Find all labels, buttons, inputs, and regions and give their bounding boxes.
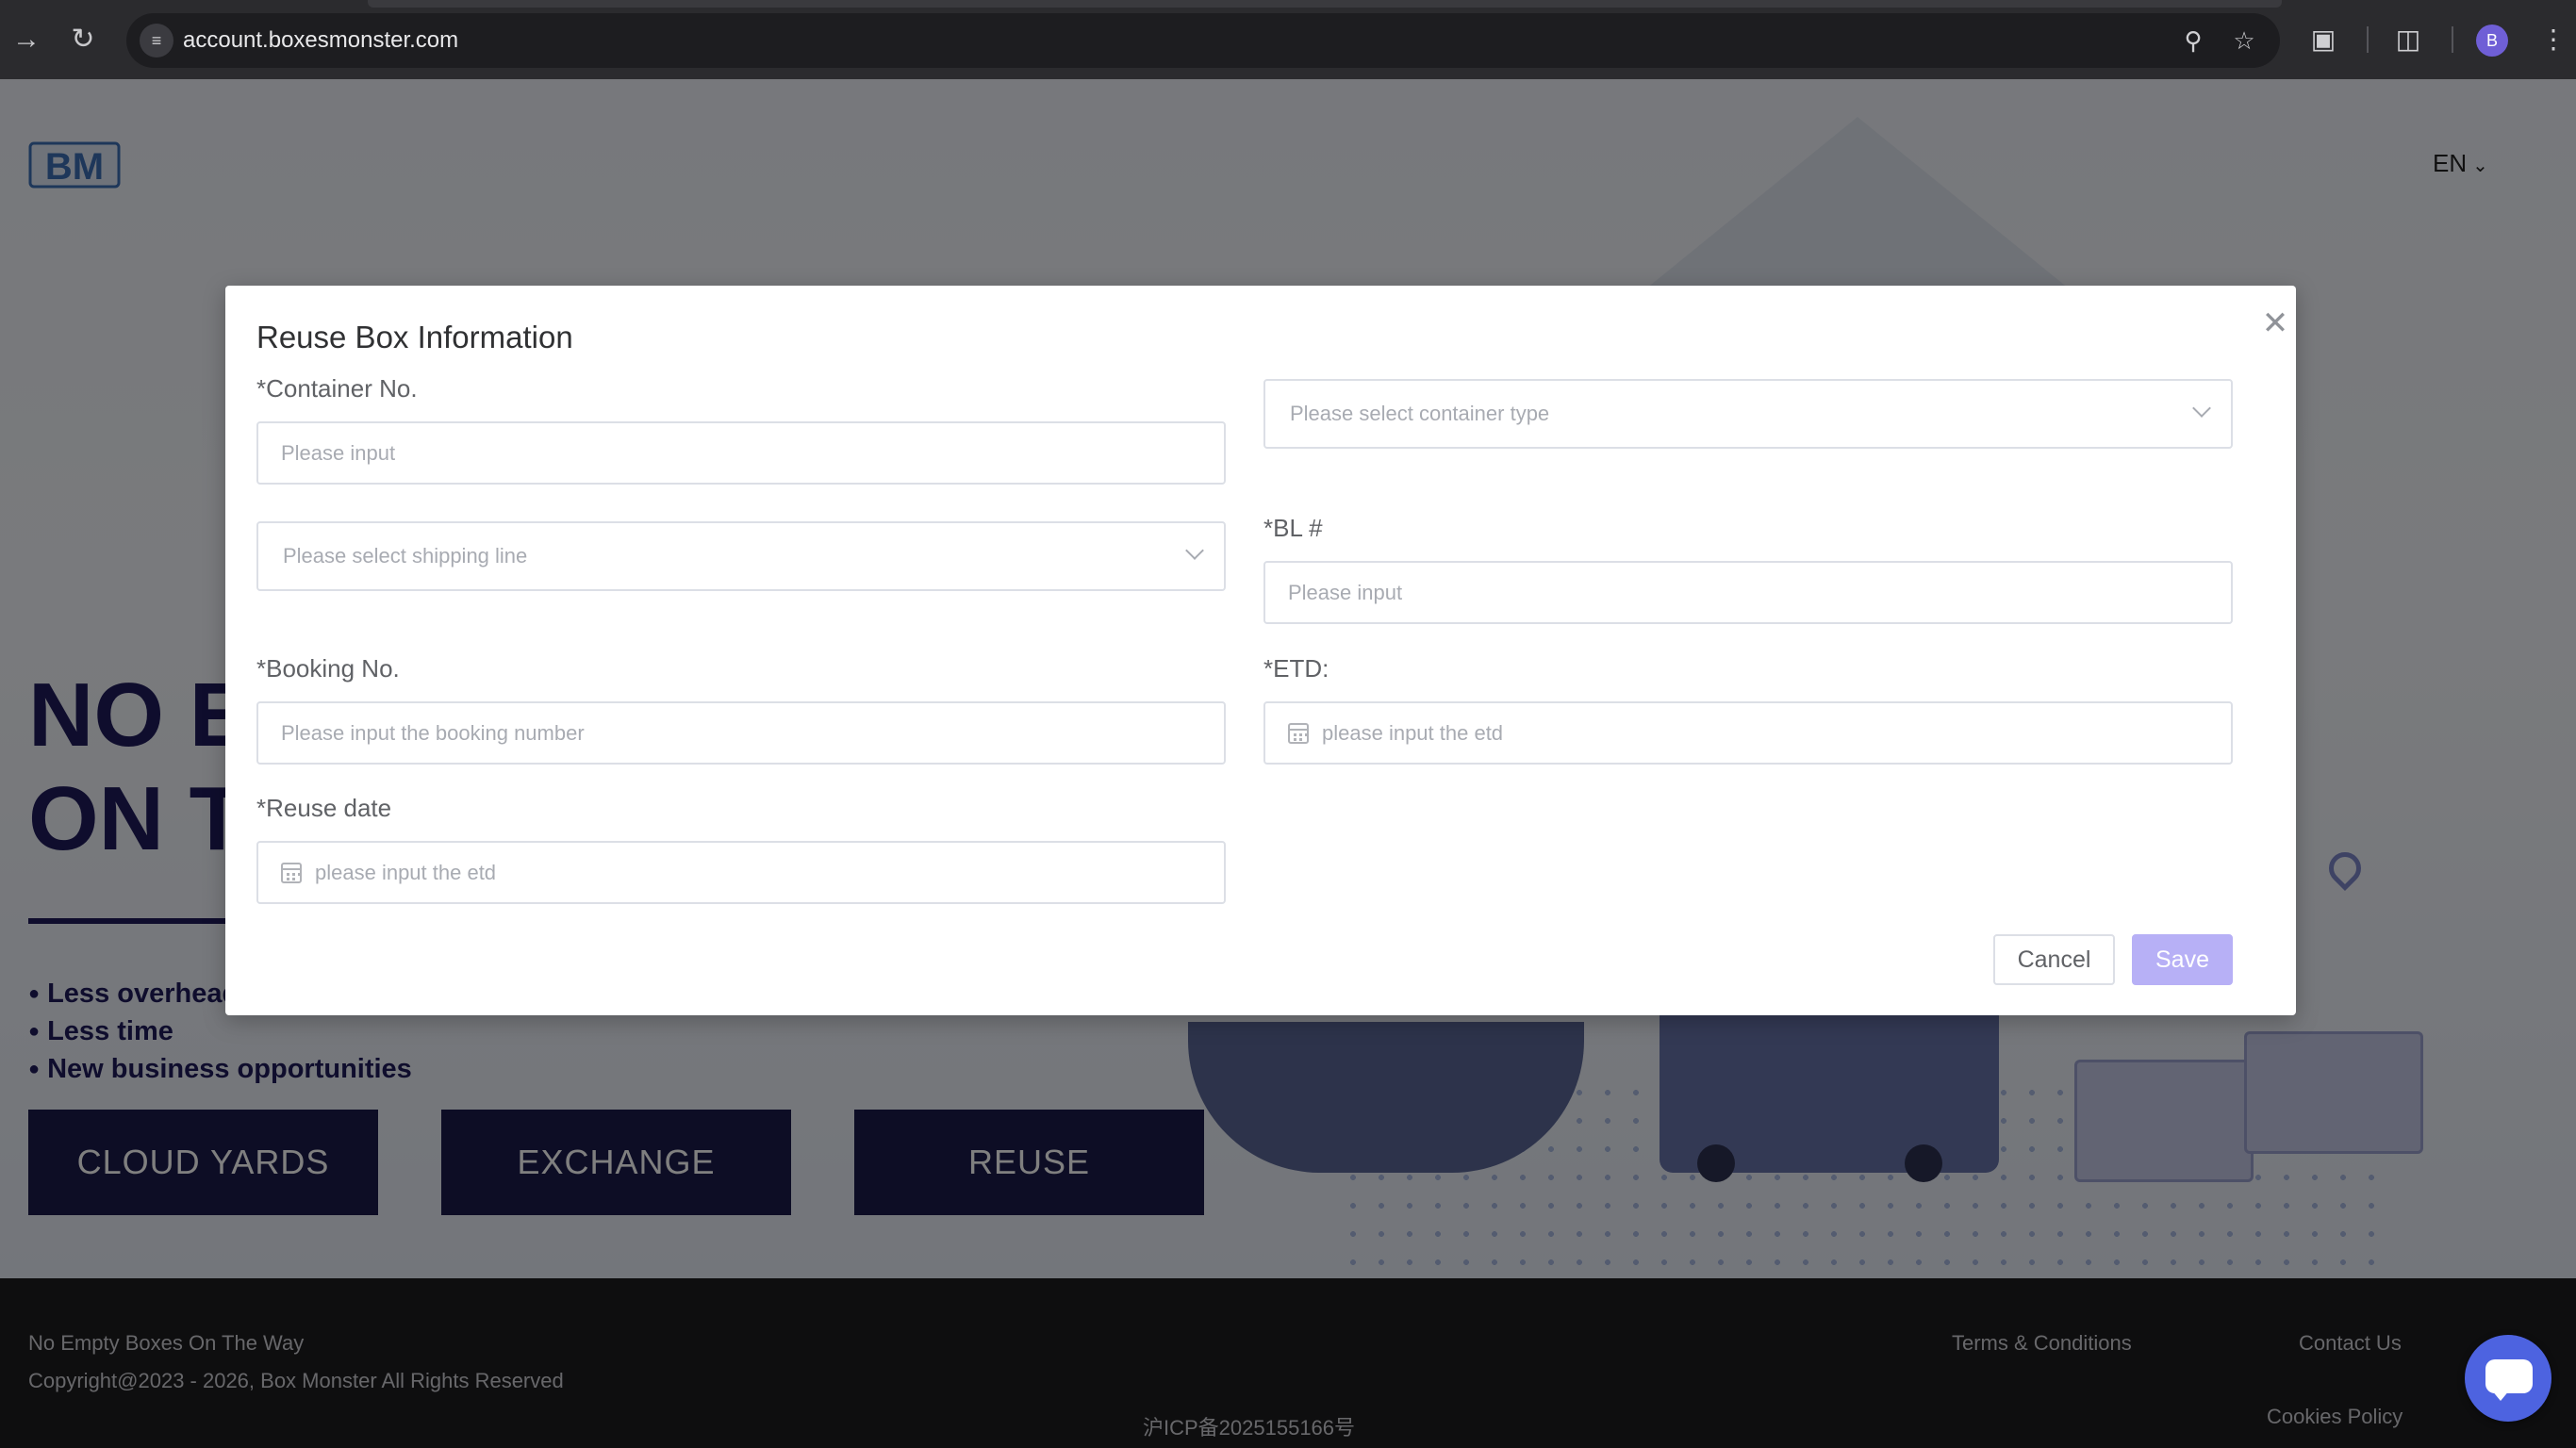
- container-no-input[interactable]: [258, 423, 1224, 483]
- close-icon[interactable]: ✕: [2256, 304, 2294, 342]
- tab-strip: [368, 0, 2282, 8]
- save-button[interactable]: Save: [2132, 934, 2233, 985]
- chat-bubble-tail: [2491, 1390, 2510, 1401]
- dialog-title: Reuse Box Information: [256, 320, 573, 354]
- chevron-down-icon: [2192, 399, 2211, 418]
- bl-input[interactable]: [1265, 563, 2231, 622]
- container-type-select[interactable]: Please select container type: [1263, 379, 2233, 449]
- reload-icon[interactable]: ↻: [64, 21, 102, 58]
- url-text[interactable]: account.boxesmonster.com: [183, 25, 458, 56]
- bl-label: *BL #: [1263, 514, 1323, 542]
- extensions-icon[interactable]: ▣: [2304, 21, 2342, 58]
- container-no-field[interactable]: [256, 421, 1226, 485]
- booking-no-label: *Booking No.: [256, 654, 400, 683]
- browser-toolbar: → ↻ ≡ account.boxesmonster.com ⚲ ☆ ▣ ◫ B…: [0, 0, 2576, 79]
- profile-avatar[interactable]: B: [2476, 25, 2508, 57]
- etd-field[interactable]: [1263, 701, 2233, 765]
- reuse-date-label: *Reuse date: [256, 794, 392, 822]
- container-no-label: *Container No.: [256, 374, 418, 403]
- container-type-placeholder: Please select container type: [1290, 402, 1550, 425]
- chat-bubble-icon: [2485, 1359, 2533, 1393]
- reuse-date-field[interactable]: [256, 841, 1226, 904]
- forward-icon[interactable]: →: [8, 21, 45, 58]
- booking-no-input[interactable]: [258, 703, 1224, 763]
- etd-input[interactable]: [1265, 703, 2231, 763]
- tab-search-icon[interactable]: ◫: [2389, 21, 2427, 58]
- menu-icon[interactable]: ⋮: [2535, 21, 2572, 58]
- bl-field[interactable]: [1263, 561, 2233, 624]
- shipping-line-placeholder: Please select shipping line: [283, 544, 528, 568]
- reuse-box-dialog: Reuse Box Information ✕ *Container No. P…: [225, 286, 2296, 1015]
- booking-no-field[interactable]: [256, 701, 1226, 765]
- site-info-icon[interactable]: ≡: [140, 24, 173, 58]
- toolbar-divider: [2452, 26, 2453, 53]
- cancel-button[interactable]: Cancel: [1993, 934, 2115, 985]
- address-bar[interactable]: ≡ account.boxesmonster.com ⚲ ☆: [126, 13, 2280, 68]
- toolbar-divider: [2367, 26, 2369, 53]
- etd-label: *ETD:: [1263, 654, 1329, 683]
- bookmark-star-icon[interactable]: ☆: [2227, 24, 2261, 58]
- shipping-line-select[interactable]: Please select shipping line: [256, 521, 1226, 591]
- chat-button[interactable]: [2465, 1335, 2551, 1422]
- password-key-icon[interactable]: ⚲: [2176, 24, 2210, 58]
- chevron-down-icon: [1185, 541, 1204, 560]
- reuse-date-input[interactable]: [258, 843, 1224, 902]
